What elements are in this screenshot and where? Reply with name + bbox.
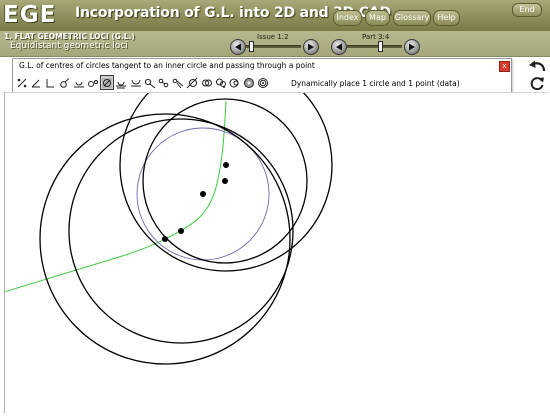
inner-circle-tool-button[interactable]	[242, 75, 256, 90]
subsection-title: Equidistant geometric loci	[10, 41, 128, 51]
issue-prev-button[interactable]	[230, 39, 246, 55]
help-button[interactable]: Help	[433, 10, 460, 26]
circle-point-tool-button[interactable]	[100, 75, 115, 90]
circle-line-tool-button[interactable]	[185, 75, 199, 90]
part-next-button[interactable]	[404, 39, 420, 55]
part-label: Part 3:4	[362, 33, 390, 41]
data-circle-center-point	[200, 191, 206, 197]
two-circles-tool-icon	[201, 79, 212, 86]
line-tangent-tool-button[interactable]	[129, 75, 143, 90]
two-circles-tool-button[interactable]	[199, 75, 213, 90]
point-tool-icon	[17, 78, 27, 87]
undo-icon[interactable]	[527, 59, 547, 73]
center-point	[222, 178, 228, 184]
map-button[interactable]: Map	[365, 10, 390, 26]
issue-slider-track[interactable]	[246, 45, 301, 48]
two-circle-point-tool-button[interactable]	[86, 75, 100, 90]
title-bar: EGE Incorporation of G.L. into 2D and 3D…	[0, 0, 550, 32]
circle-on-line-tool-icon	[116, 81, 127, 88]
concentric-tool-button[interactable]	[228, 75, 242, 90]
panel-close-button[interactable]: x	[499, 61, 510, 72]
arrow-right-icon	[409, 43, 415, 51]
refresh-icon[interactable]	[529, 75, 545, 91]
panel-title: G.L. of centres of circles tangent to an…	[19, 61, 315, 70]
angle-tool-button[interactable]	[29, 75, 43, 90]
app-logo: EGE	[3, 2, 57, 28]
navigation-bar: 1. FLAT GEOMETRIC LOCI (G.L.) Equidistan…	[0, 31, 550, 57]
drawing-canvas[interactable]	[4, 92, 549, 413]
point-tool-button[interactable]	[15, 75, 29, 90]
perpendicular-tool-icon	[46, 78, 55, 87]
points-chain-tool-button[interactable]	[157, 75, 171, 90]
point-circle-tool-icon	[59, 77, 69, 88]
nested-circles-tool-icon	[258, 77, 269, 88]
line-tangent-tool-icon	[130, 79, 141, 86]
two-point-tool-button[interactable]	[143, 75, 157, 90]
glossary-button[interactable]: Glossary	[393, 10, 431, 26]
tangent-line-tool-icon	[73, 81, 84, 87]
application-window: EGE Incorporation of G.L. into 2D and 3D…	[0, 0, 550, 416]
nested-circles-tool-button[interactable]	[256, 75, 270, 90]
circle-point-tool-icon	[102, 77, 113, 88]
index-button[interactable]: Index	[333, 10, 362, 26]
geometry-drawing[interactable]	[5, 93, 549, 413]
circle-line-tool-icon	[186, 77, 198, 88]
construction-toolbar	[15, 75, 270, 90]
arrow-right-icon	[308, 43, 314, 51]
arrow-left-icon	[235, 43, 241, 51]
center-point	[162, 236, 168, 242]
instruction-panel: G.L. of centres of circles tangent to an…	[12, 58, 512, 93]
part-slider-track[interactable]	[347, 45, 402, 48]
angle-tool-icon	[31, 79, 41, 87]
points-chain-tool-icon	[158, 78, 169, 87]
circle-on-line-tool-button[interactable]	[114, 75, 128, 90]
circle-lines-tool-icon	[172, 78, 184, 88]
center-point	[223, 162, 229, 168]
section-title: 1. FLAT GEOMETRIC LOCI (G.L.)	[4, 32, 135, 41]
issue-label: Issue 1:2	[257, 33, 289, 41]
concentric-tool-icon	[229, 78, 239, 87]
circles-point-tool-icon	[215, 78, 226, 88]
perpendicular-tool-button[interactable]	[43, 75, 57, 90]
circle-lines-tool-button[interactable]	[171, 75, 185, 90]
point-circle-tool-button[interactable]	[58, 75, 72, 90]
part-prev-button[interactable]	[331, 39, 347, 55]
tangent-line-tool-button[interactable]	[72, 75, 86, 90]
center-point	[178, 228, 184, 234]
two-point-tool-icon	[144, 78, 156, 88]
issue-next-button[interactable]	[303, 39, 319, 55]
part-slider-thumb[interactable]	[378, 41, 383, 52]
issue-slider-thumb[interactable]	[248, 41, 254, 52]
circles-point-tool-button[interactable]	[214, 75, 228, 90]
status-message: Dynamically place 1 circle and 1 point (…	[291, 79, 460, 88]
locus-curve	[5, 100, 227, 293]
two-circle-point-tool-icon	[88, 79, 99, 87]
arrow-left-icon	[336, 43, 342, 51]
end-button[interactable]: End	[512, 3, 542, 17]
inner-circle-tool-icon	[244, 77, 255, 88]
